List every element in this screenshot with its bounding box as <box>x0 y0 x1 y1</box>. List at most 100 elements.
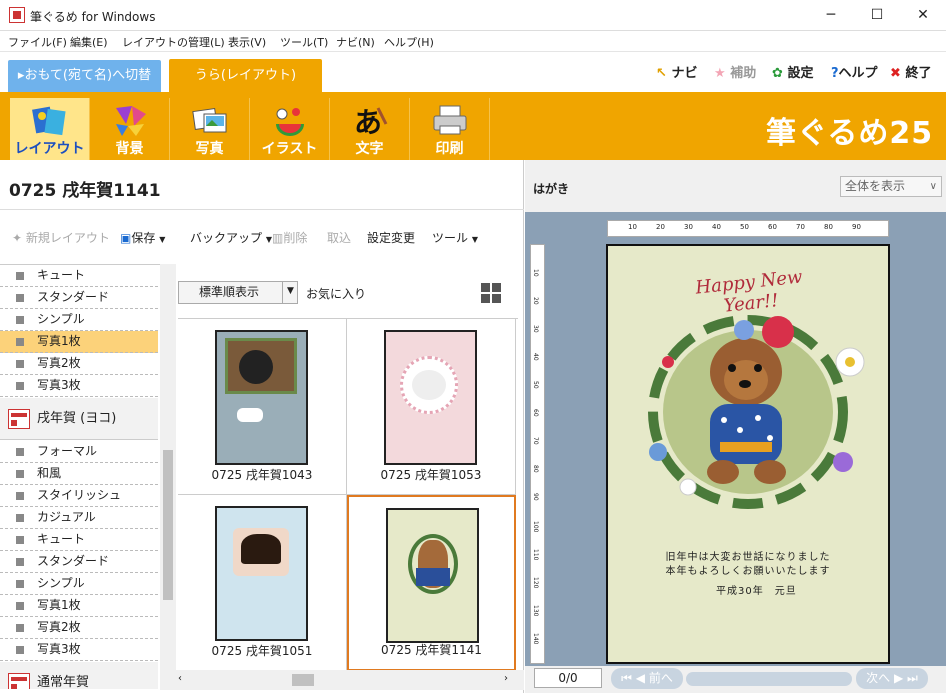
thumbnail-hscrollbar[interactable]: ‹ › <box>160 670 524 690</box>
bullet-icon <box>16 646 24 654</box>
save-disk-icon: ▣ <box>120 231 132 245</box>
scroll-left-icon[interactable]: ‹ <box>178 673 182 684</box>
menu-layout-manage[interactable]: レイアウトの管理(L) <box>122 34 225 50</box>
menu-help[interactable]: ヘルプ(H) <box>384 34 434 50</box>
page-slider[interactable] <box>686 672 852 686</box>
category-item[interactable]: キュート <box>0 529 158 551</box>
card-icon <box>8 673 30 689</box>
bullet-icon <box>16 316 24 324</box>
layout-thumbnail[interactable]: 0725 戌年賀1053 <box>347 319 516 495</box>
backup-button[interactable]: バックアップ ▼ <box>190 229 272 246</box>
help-link[interactable]: ?ヘルプ <box>831 62 878 81</box>
bullet-icon <box>16 514 24 522</box>
maximize-button[interactable]: ☐ <box>854 0 900 31</box>
navi-link[interactable]: ↖ ナビ <box>656 62 697 81</box>
layout-thumbnail[interactable]: 0725 戌年賀1051 <box>178 495 347 671</box>
minimize-button[interactable]: ─ <box>808 0 854 31</box>
category-scrollbar[interactable]: ∨ <box>160 264 176 689</box>
category-group-header[interactable]: 戌年賀 (ヨコ) <box>0 398 158 440</box>
category-item[interactable]: スタイリッシュ <box>0 485 158 507</box>
chevron-down-icon: ∨ <box>929 181 937 192</box>
document-title: 0725 戌年賀1141 <box>9 181 161 201</box>
bullet-icon <box>16 382 24 390</box>
ribbon-print[interactable]: 印刷 <box>410 98 490 160</box>
bullet-icon <box>16 492 24 500</box>
import-button[interactable]: 取込 <box>327 229 351 246</box>
category-item[interactable]: スタンダード <box>0 287 158 309</box>
settings-link[interactable]: ✿ 設定 <box>772 62 813 81</box>
ruler-vertical: 10 20 30 40 50 60 70 80 90 100 110 120 1… <box>530 244 545 664</box>
ribbon-text[interactable]: あ 文字 <box>330 98 410 160</box>
brand-logo: 筆ぐるめ25 <box>766 116 934 151</box>
category-item[interactable]: シンプル <box>0 309 158 331</box>
card-message-line2: 本年もよろしくお願いいたします <box>665 566 831 577</box>
divider <box>0 209 524 210</box>
category-item[interactable]: 写真3枚 <box>0 375 158 397</box>
category-item[interactable]: 写真2枚 <box>0 353 158 375</box>
ribbon-background[interactable]: 背景 <box>90 98 170 160</box>
next-page-button[interactable]: 次へ ▶ ⏭ <box>856 668 928 689</box>
tab-omote-switch[interactable]: ▸おもて(宛て名)へ切替 <box>8 60 161 92</box>
ribbon-layout[interactable]: レイアウト <box>10 98 90 160</box>
category-item[interactable]: フォーマル <box>0 441 158 463</box>
menu-file[interactable]: ファイル(F) <box>8 34 67 50</box>
grid-view-icon[interactable] <box>480 282 502 304</box>
layout-thumbnail[interactable]: 0725 戌年賀1043 <box>178 319 347 495</box>
bullet-icon <box>16 272 24 280</box>
navi-icon: ↖ <box>656 66 667 81</box>
chevron-down-icon: ▼ <box>159 235 166 244</box>
category-list: キュート スタンダード シンプル 写真1枚 写真2枚 写真3枚 戌年賀 (ヨコ)… <box>0 264 160 689</box>
scroll-thumb[interactable] <box>163 450 173 600</box>
menu-edit[interactable]: 編集(E) <box>70 34 108 50</box>
category-item[interactable]: 写真3枚 <box>0 639 158 661</box>
exit-link[interactable]: ✖ 終了 <box>890 62 931 81</box>
scroll-right-icon[interactable]: › <box>504 673 508 684</box>
category-group-header[interactable]: 通常年賀 <box>0 662 158 689</box>
ribbon-photo[interactable]: 写真 <box>170 98 250 160</box>
prev-page-button[interactable]: ⏮ ◀ 前へ <box>611 668 683 689</box>
app-icon <box>9 7 25 23</box>
category-item[interactable]: 写真1枚 <box>0 595 158 617</box>
bullet-icon <box>16 536 24 544</box>
delete-button[interactable]: ▥削除 <box>272 229 307 246</box>
category-item[interactable]: カジュアル <box>0 507 158 529</box>
chevron-down-icon[interactable]: ▼ <box>282 281 298 304</box>
bullet-icon <box>16 338 24 346</box>
zoom-select[interactable]: 全体を表示 ∨ <box>840 176 942 197</box>
sort-select[interactable]: 標準順表示 <box>178 281 298 304</box>
category-item[interactable]: 写真2枚 <box>0 617 158 639</box>
mode-bar: ▸おもて(宛て名)へ切替 うら(レイアウト) ↖ ナビ ★ 補助 ✿ 設定 ?ヘ… <box>0 52 946 92</box>
settings-change-button[interactable]: 設定変更 <box>367 229 415 246</box>
paper-size-label: はがき <box>533 182 570 196</box>
card-date: 平成30年 元旦 <box>716 586 797 597</box>
layout-thumbnail-selected[interactable]: 0725 戌年賀1141 <box>347 495 516 671</box>
bullet-icon <box>16 360 24 368</box>
scroll-thumb[interactable] <box>292 674 314 686</box>
new-star-icon: ✦ <box>12 231 23 245</box>
bullet-icon <box>16 294 24 302</box>
card-preview-image <box>384 330 477 465</box>
menu-navi[interactable]: ナビ(N) <box>336 34 375 50</box>
bullet-icon <box>16 602 24 610</box>
menu-tools[interactable]: ツール(T) <box>280 34 328 50</box>
tools-button[interactable]: ツール ▼ <box>432 229 478 246</box>
new-layout-button[interactable]: ✦ 新規レイアウト <box>12 229 110 246</box>
menu-view[interactable]: 表示(V) <box>228 34 266 50</box>
layout-icon <box>32 106 66 136</box>
thumbnail-caption: 0725 戌年賀1053 <box>380 468 482 482</box>
close-button[interactable]: ✕ <box>900 0 946 31</box>
ribbon-illust[interactable]: イラスト <box>250 98 330 160</box>
save-button[interactable]: ▣保存 ▼ <box>120 229 165 246</box>
thumbnail-caption: 0725 戌年賀1051 <box>211 644 313 658</box>
hojo-link[interactable]: ★ 補助 <box>714 62 756 81</box>
next-icon: ▶ <box>893 671 904 685</box>
bullet-icon <box>16 470 24 478</box>
category-item[interactable]: スタンダード <box>0 551 158 573</box>
favorites-link[interactable]: お気に入り <box>306 285 366 302</box>
category-item[interactable]: 和風 <box>0 463 158 485</box>
category-item[interactable]: キュート <box>0 265 158 287</box>
category-item-selected[interactable]: 写真1枚 <box>0 331 158 353</box>
tab-ura-layout[interactable]: うら(レイアウト) <box>169 59 322 92</box>
category-item[interactable]: シンプル <box>0 573 158 595</box>
brush-text-icon: あ <box>354 106 388 138</box>
